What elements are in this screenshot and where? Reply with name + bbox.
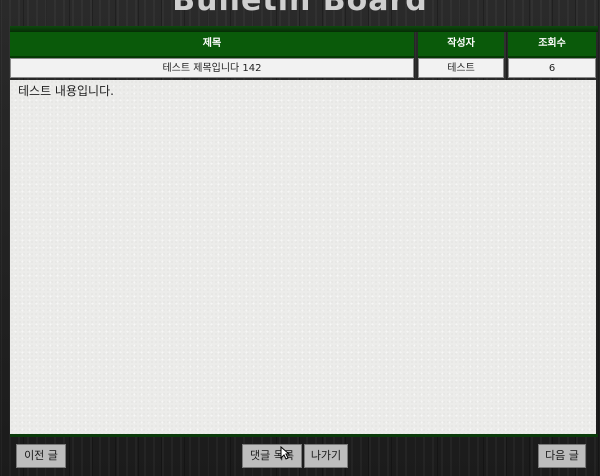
- mouse-cursor-icon: [280, 446, 290, 460]
- header-title: 제목: [10, 32, 414, 58]
- header-views: 조회수: [508, 32, 596, 58]
- exit-button[interactable]: 나가기: [304, 444, 348, 468]
- post-content: 테스트 내용입니다.: [18, 84, 114, 98]
- next-post-button[interactable]: 다음 글: [538, 444, 586, 468]
- app-title: Bulletin Board: [172, 0, 428, 18]
- prev-post-button[interactable]: 이전 글: [16, 444, 66, 468]
- post-content-area: 테스트 내용입니다.: [10, 80, 596, 434]
- post-views: 6: [508, 58, 596, 78]
- post-author: 테스트: [418, 58, 504, 78]
- header-author: 작성자: [418, 32, 504, 58]
- post-title: 테스트 제목입니다 142: [10, 58, 414, 78]
- comment-list-button[interactable]: 댓글 목록: [242, 444, 302, 468]
